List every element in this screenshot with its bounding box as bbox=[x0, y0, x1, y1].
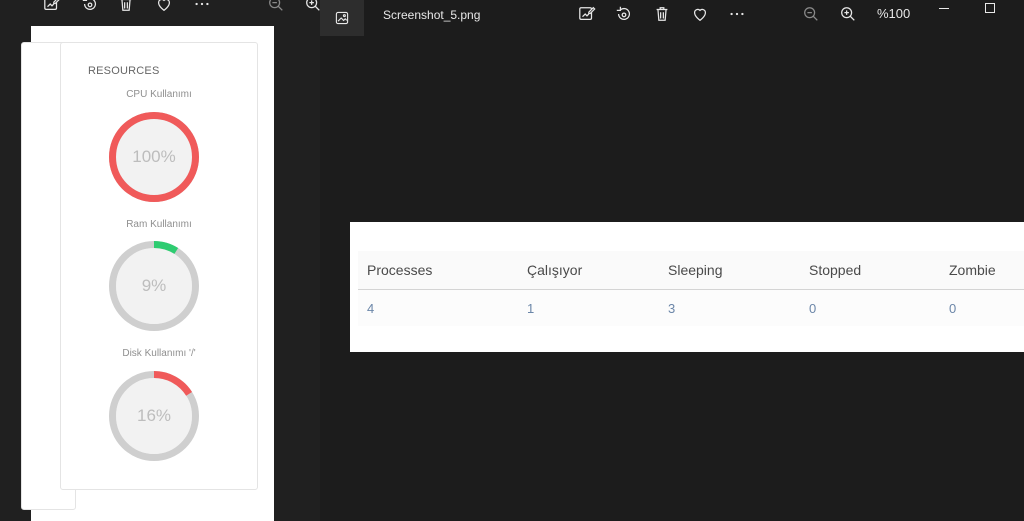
zoom-level[interactable]: %100 bbox=[877, 6, 910, 21]
cpu-usage-gauge: 100% bbox=[108, 111, 200, 203]
left-photo-viewer-window: RESOURCES CPU Kullanımı 100% Ram Kullanı… bbox=[0, 0, 320, 521]
favorite-icon[interactable] bbox=[686, 0, 714, 28]
file-name: Screenshot_5.png bbox=[383, 8, 481, 22]
disk-usage-value: 16% bbox=[136, 406, 172, 425]
photos-app-icon bbox=[320, 0, 364, 36]
delete-icon[interactable] bbox=[648, 0, 676, 28]
column-header-stopped: Stopped bbox=[800, 251, 940, 290]
ram-usage-label: Ram Kullanımı bbox=[126, 219, 192, 230]
cpu-usage-label: CPU Kullanımı bbox=[126, 89, 192, 100]
edit-image-icon[interactable] bbox=[573, 0, 601, 28]
delete-icon[interactable] bbox=[112, 0, 140, 18]
table-header-row: Processes Çalışıyor Sleeping Stopped Zom… bbox=[358, 251, 1024, 290]
rotate-icon[interactable] bbox=[610, 0, 638, 28]
column-header-processes: Processes bbox=[358, 251, 518, 290]
maximize-icon[interactable] bbox=[976, 0, 1004, 16]
column-header-zombie: Zombie bbox=[940, 251, 1024, 290]
zombie-count: 0 bbox=[940, 289, 1024, 326]
zoom-out-icon[interactable] bbox=[797, 0, 825, 28]
minimize-icon[interactable] bbox=[930, 0, 958, 16]
more-icon[interactable] bbox=[723, 0, 751, 28]
zoom-out-icon[interactable] bbox=[262, 0, 290, 18]
running-count: 1 bbox=[518, 289, 659, 326]
ram-usage-value: 9% bbox=[141, 276, 167, 295]
image-canvas: Processes Çalışıyor Sleeping Stopped Zom… bbox=[350, 222, 1024, 352]
resources-card: RESOURCES CPU Kullanımı 100% Ram Kullanı… bbox=[60, 42, 258, 490]
more-icon[interactable] bbox=[188, 0, 216, 18]
rotate-icon[interactable] bbox=[76, 0, 104, 18]
cpu-usage-value: 100% bbox=[132, 147, 176, 166]
disk-usage-label: Disk Kullanımı '/' bbox=[122, 348, 196, 359]
edit-image-icon[interactable] bbox=[38, 0, 66, 18]
stopped-count: 0 bbox=[800, 289, 940, 326]
sleeping-count: 3 bbox=[659, 289, 800, 326]
ram-usage-gauge: 9% bbox=[108, 240, 200, 332]
left-image-canvas: RESOURCES CPU Kullanımı 100% Ram Kullanı… bbox=[21, 26, 274, 521]
favorite-icon[interactable] bbox=[150, 0, 178, 18]
processes-count: 4 bbox=[358, 289, 518, 326]
title-bar: Screenshot_5.png %100 bbox=[320, 0, 1024, 36]
left-viewer-toolbar bbox=[0, 0, 320, 18]
right-photo-viewer-window: Screenshot_5.png %100 Processes Çalışıyo… bbox=[320, 0, 1024, 521]
zoom-in-icon[interactable] bbox=[834, 0, 862, 28]
column-header-running: Çalışıyor bbox=[518, 251, 659, 290]
process-table: Processes Çalışıyor Sleeping Stopped Zom… bbox=[358, 251, 1024, 326]
column-header-sleeping: Sleeping bbox=[659, 251, 800, 290]
resources-title: RESOURCES bbox=[88, 65, 160, 77]
table-row: 4 1 3 0 0 bbox=[358, 289, 1024, 326]
disk-usage-gauge: 16% bbox=[108, 370, 200, 462]
